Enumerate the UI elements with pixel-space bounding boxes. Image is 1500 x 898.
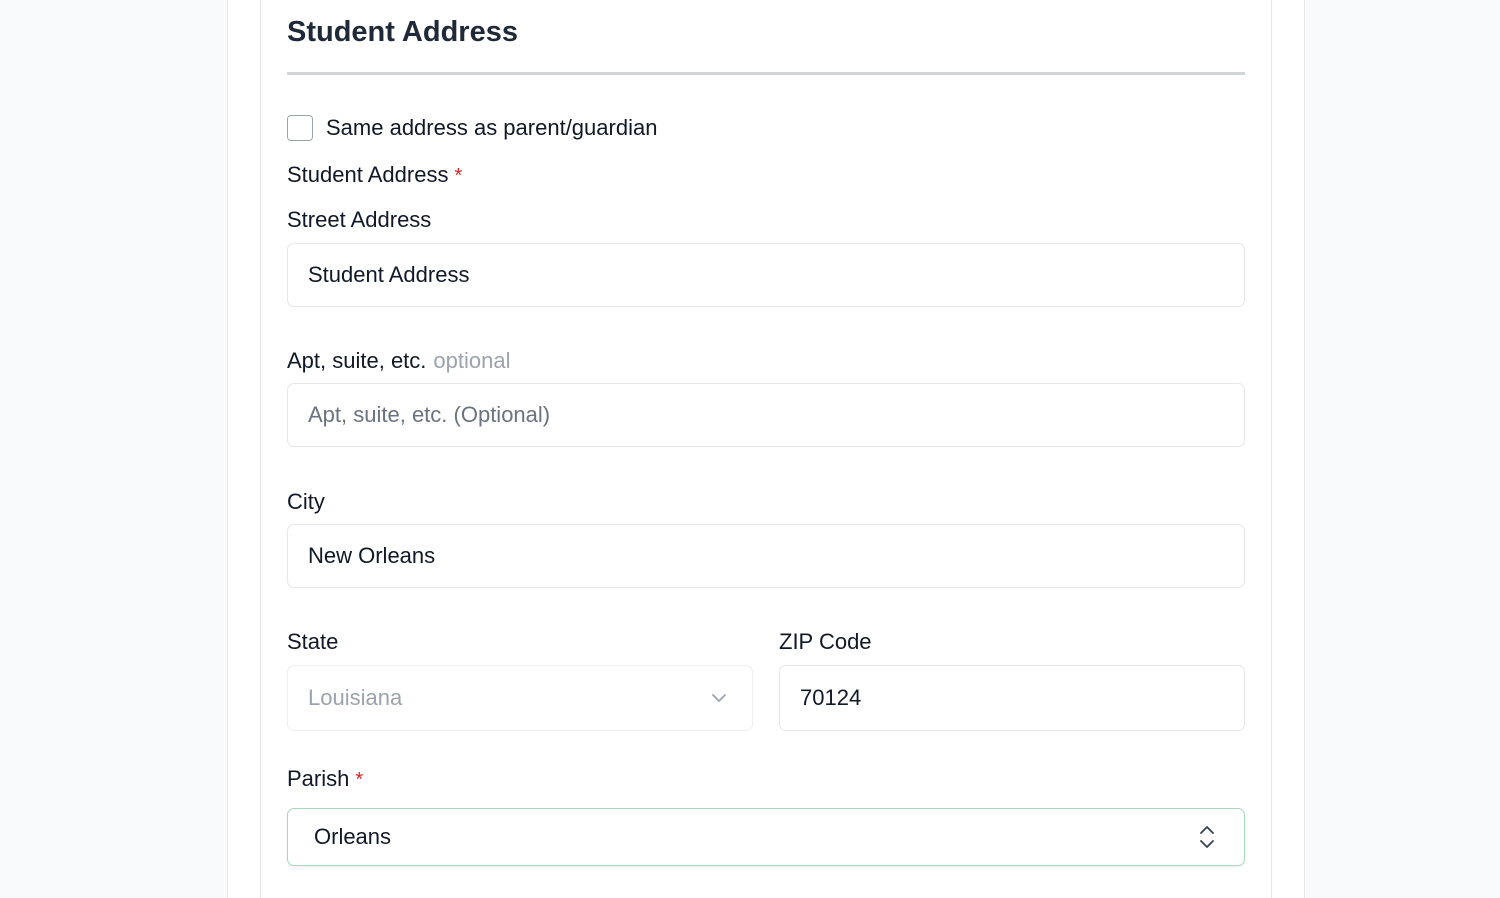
city-input[interactable]: New Orleans [287,524,1245,588]
same-address-checkbox[interactable] [287,115,313,141]
city-label: City [287,489,325,514]
street-address-label: Street Address [287,207,432,232]
chevron-down-icon [712,694,726,702]
state-select-value: Louisiana [308,685,403,710]
section-title: Student Address [287,16,518,48]
optional-tag: optional [433,348,511,373]
apt-label-text: Apt, suite, etc. [287,348,427,373]
parish-label-text: Parish [287,766,350,791]
street-address-input[interactable]: Student Address [287,243,1245,307]
same-address-label[interactable]: Same address as parent/guardian [326,114,657,142]
parish-select[interactable]: Orleans [287,808,1245,866]
student-address-group-label: Student Address * [287,161,462,190]
zip-label: ZIP Code [779,629,872,654]
apt-label: Apt, suite, etc. optional [287,347,510,375]
parish-label: Parish * [287,765,363,794]
student-address-group-text: Student Address [287,162,449,187]
zip-input[interactable]: 70124 [779,665,1245,731]
state-label: State [287,629,339,654]
state-select[interactable]: Louisiana [287,665,753,731]
same-address-row[interactable]: Same address as parent/guardian [287,113,657,143]
section-divider [287,72,1245,75]
required-mark: * [454,165,463,187]
chevron-up-down-icon [1200,826,1214,848]
parish-required-mark: * [355,769,364,791]
parish-select-value: Orleans [314,824,392,849]
apt-input[interactable]: Apt, suite, etc. (Optional) [287,383,1245,447]
